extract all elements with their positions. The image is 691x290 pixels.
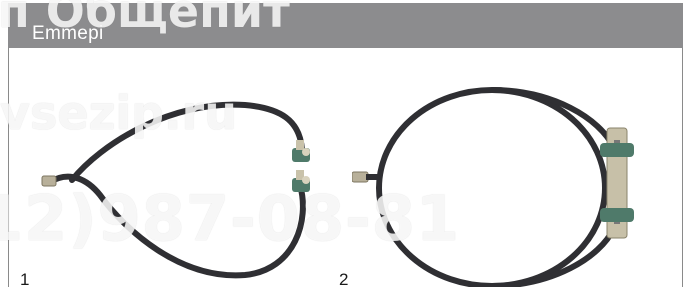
figure-number-1: 1 bbox=[20, 270, 30, 289]
header-bar: Emmepi bbox=[8, 3, 683, 48]
heating-element-tubular-icon bbox=[41, 101, 310, 279]
brand-title: Emmepi bbox=[32, 23, 104, 44]
figure-number-2: 2 bbox=[339, 270, 349, 289]
heating-element-ring-icon bbox=[352, 87, 634, 287]
